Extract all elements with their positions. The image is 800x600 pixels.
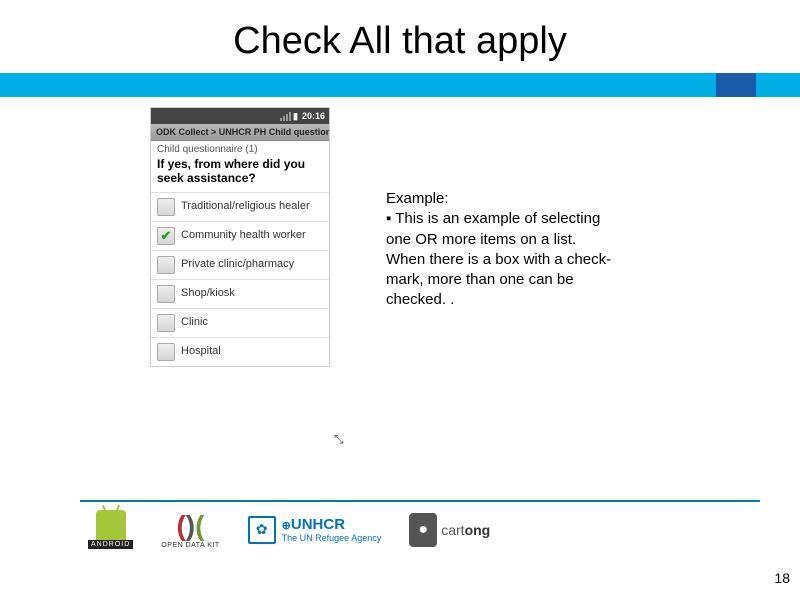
resize-handle-icon: ⤡ [334,432,344,447]
option-row[interactable]: Clinic [151,308,329,337]
option-row[interactable]: Hospital [151,337,329,366]
page-number: 18 [774,570,790,586]
android-icon [96,510,126,540]
question-text: If yes, from where did you seek assistan… [151,155,329,192]
android-label: ANDROID [88,540,133,549]
option-label: Private clinic/pharmacy [181,258,294,271]
signal-icon [280,112,291,121]
example-line2: When there is a box with a check-mark, m… [386,251,611,309]
example-bullet: ▪ This is an example of selecting one OR… [386,210,600,247]
option-label: Community health worker [181,229,306,242]
form-subtitle: Child questionnaire (1) [151,141,329,155]
option-label: Hospital [181,345,221,358]
example-heading: Example: [386,189,626,209]
odk-logo: ()( OPEN DATA KIT [161,510,219,549]
unhcr-name: ⊕UNHCR [282,516,382,533]
option-row[interactable]: Traditional/religious healer [151,192,329,221]
option-row[interactable]: Private clinic/pharmacy [151,250,329,279]
checkbox[interactable] [157,285,175,303]
android-logo: ANDROID [88,510,133,549]
status-icons: ▮ [280,111,298,122]
checkbox[interactable] [157,256,175,274]
cartong-logo: ● cartong [409,513,490,547]
accent-bar [0,73,800,97]
phone-mockup: ▮ 20:16 ODK Collect > UNHCR PH Child que… [150,107,330,367]
option-label: Clinic [181,316,208,329]
cartong-label: cartong [441,522,490,538]
unhcr-logo: ✿ ⊕UNHCR The UN Refugee Agency [248,516,382,544]
footer-logos: ANDROID ()( OPEN DATA KIT ✿ ⊕UNHCR The U… [88,510,490,549]
odk-icon: ()( [176,510,204,542]
checkbox[interactable] [157,343,175,361]
example-text: Example: ▪ This is an example of selecti… [386,107,626,367]
option-row[interactable]: Community health worker [151,221,329,250]
checkbox[interactable] [157,198,175,216]
option-row[interactable]: Shop/kiosk [151,279,329,308]
slide-title: Check All that apply [0,0,800,73]
checkbox[interactable] [157,314,175,332]
option-label: Shop/kiosk [181,287,235,300]
checkbox[interactable] [157,227,175,245]
unhcr-tagline: The UN Refugee Agency [282,533,382,543]
unhcr-icon: ✿ [248,516,276,544]
accent-block [716,73,756,97]
status-time: 20:16 [302,111,325,121]
footer-divider [80,500,760,502]
cartong-icon: ● [409,513,437,547]
phone-statusbar: ▮ 20:16 [151,108,329,124]
breadcrumb: ODK Collect > UNHCR PH Child questionnai… [151,124,329,141]
option-label: Traditional/religious healer [181,200,310,213]
battery-icon: ▮ [293,111,298,122]
odk-label: OPEN DATA KIT [161,542,219,549]
options-list: Traditional/religious healer Community he… [151,192,329,366]
